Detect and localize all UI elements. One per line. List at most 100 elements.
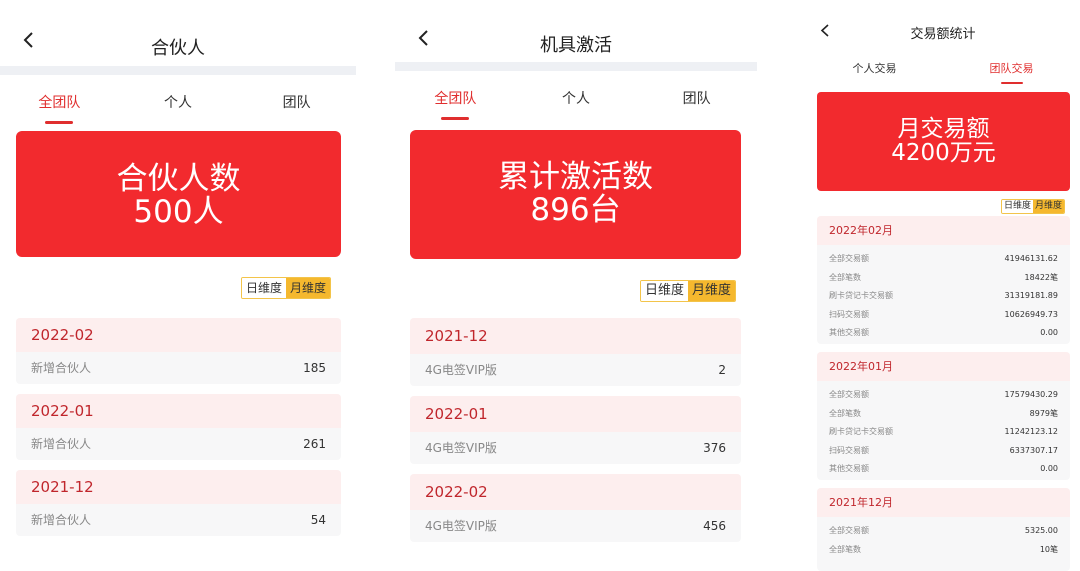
tab-bar: 个人交易 团队交易 — [806, 48, 1080, 88]
card-period: 2021-12 — [16, 470, 341, 504]
tab-bar: 全团队 个人 团队 — [395, 71, 757, 121]
header-divider — [0, 66, 356, 75]
row-value: 8979笔 — [1029, 408, 1058, 418]
row-value: 6337307.17 — [1009, 445, 1058, 455]
row-label: 全部交易额 — [829, 390, 869, 399]
banner-value: 896台 — [530, 191, 621, 228]
card-period: 2021-12 — [410, 318, 741, 354]
row-value: 18422笔 — [1024, 272, 1058, 282]
card-period: 2022年01月 — [817, 352, 1070, 381]
card-rows: 全部交易额 17579430.29 全部笔数 8979笔 刷卡贷记卡交易额 11242… — [817, 381, 1070, 479]
period-card: 2022-02 新增合伙人 185 — [16, 318, 341, 384]
row-label: 全部笔数 — [829, 408, 861, 418]
card-period: 2022-02 — [410, 474, 741, 510]
header: 机具激活 — [395, 0, 757, 62]
summary-banner: 月交易额 4200万元 — [817, 92, 1070, 191]
tab-personal[interactable]: 个人 — [516, 71, 637, 121]
tab-all-team[interactable]: 全团队 — [0, 75, 119, 125]
card-row: 新增合伙人 54 — [16, 504, 341, 536]
header: 合伙人 — [0, 0, 356, 62]
card-rows: 全部交易额 41946131.62 全部笔数 18422笔 刷卡贷记卡交易额 3131… — [817, 245, 1070, 343]
tab-personal[interactable]: 个人 — [119, 75, 238, 125]
tab-team-transactions[interactable]: 团队交易 — [943, 48, 1080, 88]
row-label: 扫码交易额 — [829, 309, 869, 319]
row-value: 10626949.73 — [1004, 309, 1058, 319]
row-value: 11242123.12 — [1004, 427, 1058, 436]
row-label: 新增合伙人 — [31, 361, 92, 375]
month-dimension-button[interactable]: 月维度 — [286, 278, 331, 298]
device-activation-screen: 机具激活 全团队 个人 团队 累计激活数 896台 日维度 月维度 2021-1… — [395, 0, 757, 571]
tab-personal-transactions[interactable]: 个人交易 — [806, 48, 943, 88]
period-card: 2022年02月 全部交易额 41946131.62 全部笔数 18422笔 刷卡贷… — [817, 216, 1070, 344]
card-row: 全部笔数 10笔 — [817, 541, 1070, 560]
row-value: 0.00 — [1040, 328, 1058, 337]
dimension-toggle: 日维度 月维度 — [640, 280, 737, 302]
row-value: 31319181.89 — [1004, 291, 1058, 300]
card-row: 4G电签VIP版 2 — [410, 354, 741, 386]
tab-underline — [441, 117, 470, 120]
card-row: 扫码交易额 10626949.73 — [817, 306, 1070, 325]
header-divider — [395, 62, 757, 71]
row-label: 新增合伙人 — [31, 513, 92, 527]
card-row: 全部交易额 5325.00 — [817, 522, 1070, 541]
card-period: 2022-02 — [16, 318, 341, 352]
row-value: 261 — [303, 437, 326, 451]
row-label: 全部交易额 — [829, 254, 869, 263]
card-row: 新增合伙人 185 — [16, 352, 341, 384]
header: 交易额统计 — [806, 0, 1080, 48]
card-row: 其他交易额 0.00 — [817, 460, 1070, 479]
row-label: 刷卡贷记卡交易额 — [829, 427, 893, 436]
card-row: 扫码交易额 6337307.17 — [817, 442, 1070, 461]
row-label: 其他交易额 — [829, 464, 869, 473]
period-card: 2021年12月 全部交易额 5325.00 全部笔数 10笔 — [817, 488, 1070, 571]
period-card: 2022-02 4G电签VIP版 456 — [410, 474, 741, 542]
period-card: 2022年01月 全部交易额 17579430.29 全部笔数 8979笔 刷卡贷记… — [817, 352, 1070, 480]
card-row: 刷卡贷记卡交易额 11242123.12 — [817, 423, 1070, 442]
month-dimension-button[interactable]: 月维度 — [1033, 200, 1065, 213]
card-period: 2022-01 — [16, 394, 341, 428]
period-card: 2021-12 4G电签VIP版 2 — [410, 318, 741, 386]
partner-screen: 合伙人 全团队 个人 团队 合伙人数 500人 日维度 月维度 2022-02 … — [0, 0, 356, 571]
row-value: 0.00 — [1040, 464, 1058, 473]
banner-label: 合伙人数 — [116, 161, 241, 197]
page-title: 合伙人 — [151, 38, 205, 59]
row-label: 其他交易额 — [829, 328, 869, 337]
tab-team[interactable]: 团队 — [636, 71, 757, 121]
row-label: 4G电签VIP版 — [425, 363, 497, 377]
row-label: 全部交易额 — [829, 526, 869, 535]
card-row: 其他交易额 0.00 — [817, 324, 1070, 343]
row-label: 扫码交易额 — [829, 445, 869, 455]
card-row: 刷卡贷记卡交易额 31319181.89 — [817, 287, 1070, 306]
row-value: 456 — [703, 519, 726, 533]
banner-label: 月交易额 — [897, 116, 990, 142]
row-value: 41946131.62 — [1004, 254, 1058, 263]
card-row: 全部交易额 17579430.29 — [817, 386, 1070, 405]
period-card: 2021-12 新增合伙人 54 — [16, 470, 341, 536]
banner-value: 4200万元 — [891, 140, 996, 167]
dimension-toggle: 日维度 月维度 — [1001, 199, 1066, 214]
row-value: 17579430.29 — [1004, 390, 1058, 399]
card-period: 2022年02月 — [817, 216, 1070, 245]
period-card: 2022-01 4G电签VIP版 376 — [410, 396, 741, 464]
page-title: 交易额统计 — [910, 27, 976, 42]
day-dimension-button[interactable]: 日维度 — [242, 278, 287, 298]
row-label: 全部笔数 — [829, 272, 861, 282]
day-dimension-button[interactable]: 日维度 — [641, 281, 689, 301]
card-row: 4G电签VIP版 376 — [410, 432, 741, 464]
row-value: 185 — [303, 361, 326, 375]
period-card: 2022-01 新增合伙人 261 — [16, 394, 341, 460]
day-dimension-button[interactable]: 日维度 — [1002, 200, 1034, 213]
row-value: 2 — [718, 363, 726, 377]
banner-label: 累计激活数 — [498, 159, 653, 195]
summary-banner: 累计激活数 896台 — [410, 130, 741, 259]
tab-team[interactable]: 团队 — [237, 75, 356, 125]
month-dimension-button[interactable]: 月维度 — [688, 281, 736, 301]
card-row: 全部笔数 8979笔 — [817, 405, 1070, 424]
dimension-toggle: 日维度 月维度 — [241, 277, 332, 299]
tab-bar: 全团队 个人 团队 — [0, 75, 356, 125]
card-row: 4G电签VIP版 456 — [410, 510, 741, 542]
card-period: 2021年12月 — [817, 488, 1070, 517]
tab-all-team[interactable]: 全团队 — [395, 71, 516, 121]
row-label: 新增合伙人 — [31, 437, 92, 451]
card-row: 全部交易额 41946131.62 — [817, 250, 1070, 269]
